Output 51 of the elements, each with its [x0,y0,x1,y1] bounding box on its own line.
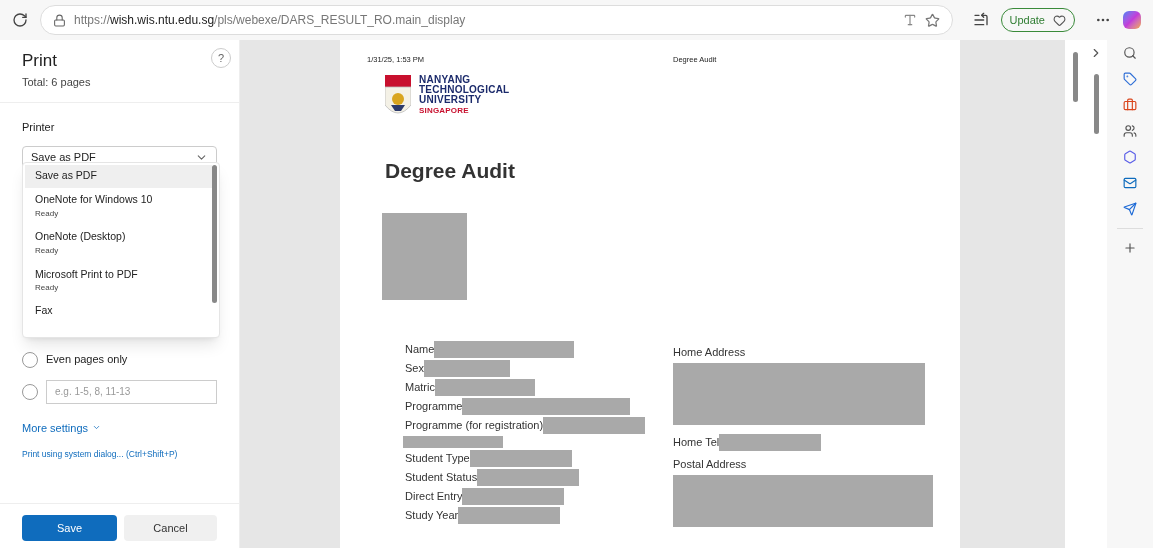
option-label: Even pages only [46,352,128,368]
field-label: Student Type [405,451,470,466]
printer-status: Ready [35,245,60,258]
field-label: Programme (for registration) [405,418,544,433]
text-icon[interactable] [902,13,917,27]
printer-status: Ready [35,208,60,220]
printer-option[interactable]: Fax [25,299,212,337]
lock-icon [53,13,66,27]
logo-text: TECHNOLOGICAL [419,85,510,96]
field-label: Home Address [673,344,747,360]
field-label: Matric [405,380,435,395]
mail-icon[interactable] [1123,176,1137,190]
cancel-button[interactable]: Cancel [124,515,217,541]
field-label: Name [405,342,435,357]
printer-option[interactable]: OneNote for Windows 10 Ready [25,187,212,225]
field-label: Student Status [405,470,478,485]
search-icon[interactable] [1123,46,1137,60]
page-range-field[interactable]: e.g. 1-5, 8, 11-13 [46,379,217,404]
field-label: Study Year [405,508,459,523]
people-icon[interactable] [1123,124,1137,138]
field-label: Sex [405,361,424,376]
refresh-icon[interactable] [12,12,28,28]
favorite-star-icon[interactable] [924,12,940,28]
field-label: Programme [405,399,463,414]
copilot-icon[interactable] [1123,11,1141,29]
field-label: Direct Entry [405,489,463,504]
hexagon-icon[interactable] [1123,150,1137,164]
add-icon[interactable] [1123,241,1137,255]
logo-text: NANYANG [419,75,471,86]
save-button[interactable]: Save [22,515,117,541]
document-heading: Degree Audit [385,158,516,185]
printer-option[interactable]: Save as PDF [25,165,212,188]
page-total: Total: 6 pages [22,74,91,90]
tag-icon[interactable] [1123,72,1137,86]
printer-status: Ready [35,282,60,295]
heart-icon [1053,13,1066,27]
send-icon[interactable] [1123,202,1137,216]
print-title: Print [22,50,58,72]
briefcase-icon[interactable] [1123,98,1137,112]
address-bar[interactable]: https://wish.wis.ntu.edu.sg/pls/webexe/DARS_RESULT_RO.main_display [40,5,953,35]
field-label: Home Tel [673,435,720,450]
url-text: https://wish.wis.ntu.edu.sg/pls/webexe/DARS_RESULT_RO.main_display [74,12,466,29]
printer-label: Printer [21,120,56,135]
field-label: Postal Address [673,456,748,472]
favorites-icon[interactable] [972,12,989,28]
printer-option[interactable]: Microsoft Print to PDF Ready [25,262,212,300]
logo-text: SINGAPORE [419,106,470,117]
logo-text: UNIVERSITY [419,95,483,106]
printer-option[interactable]: OneNote (Desktop) Ready [25,224,212,262]
more-settings-link[interactable]: More settings [0,419,239,436]
system-dialog-link[interactable]: Print using system dialog... (Ctrl+Shift+P) [0,448,239,461]
